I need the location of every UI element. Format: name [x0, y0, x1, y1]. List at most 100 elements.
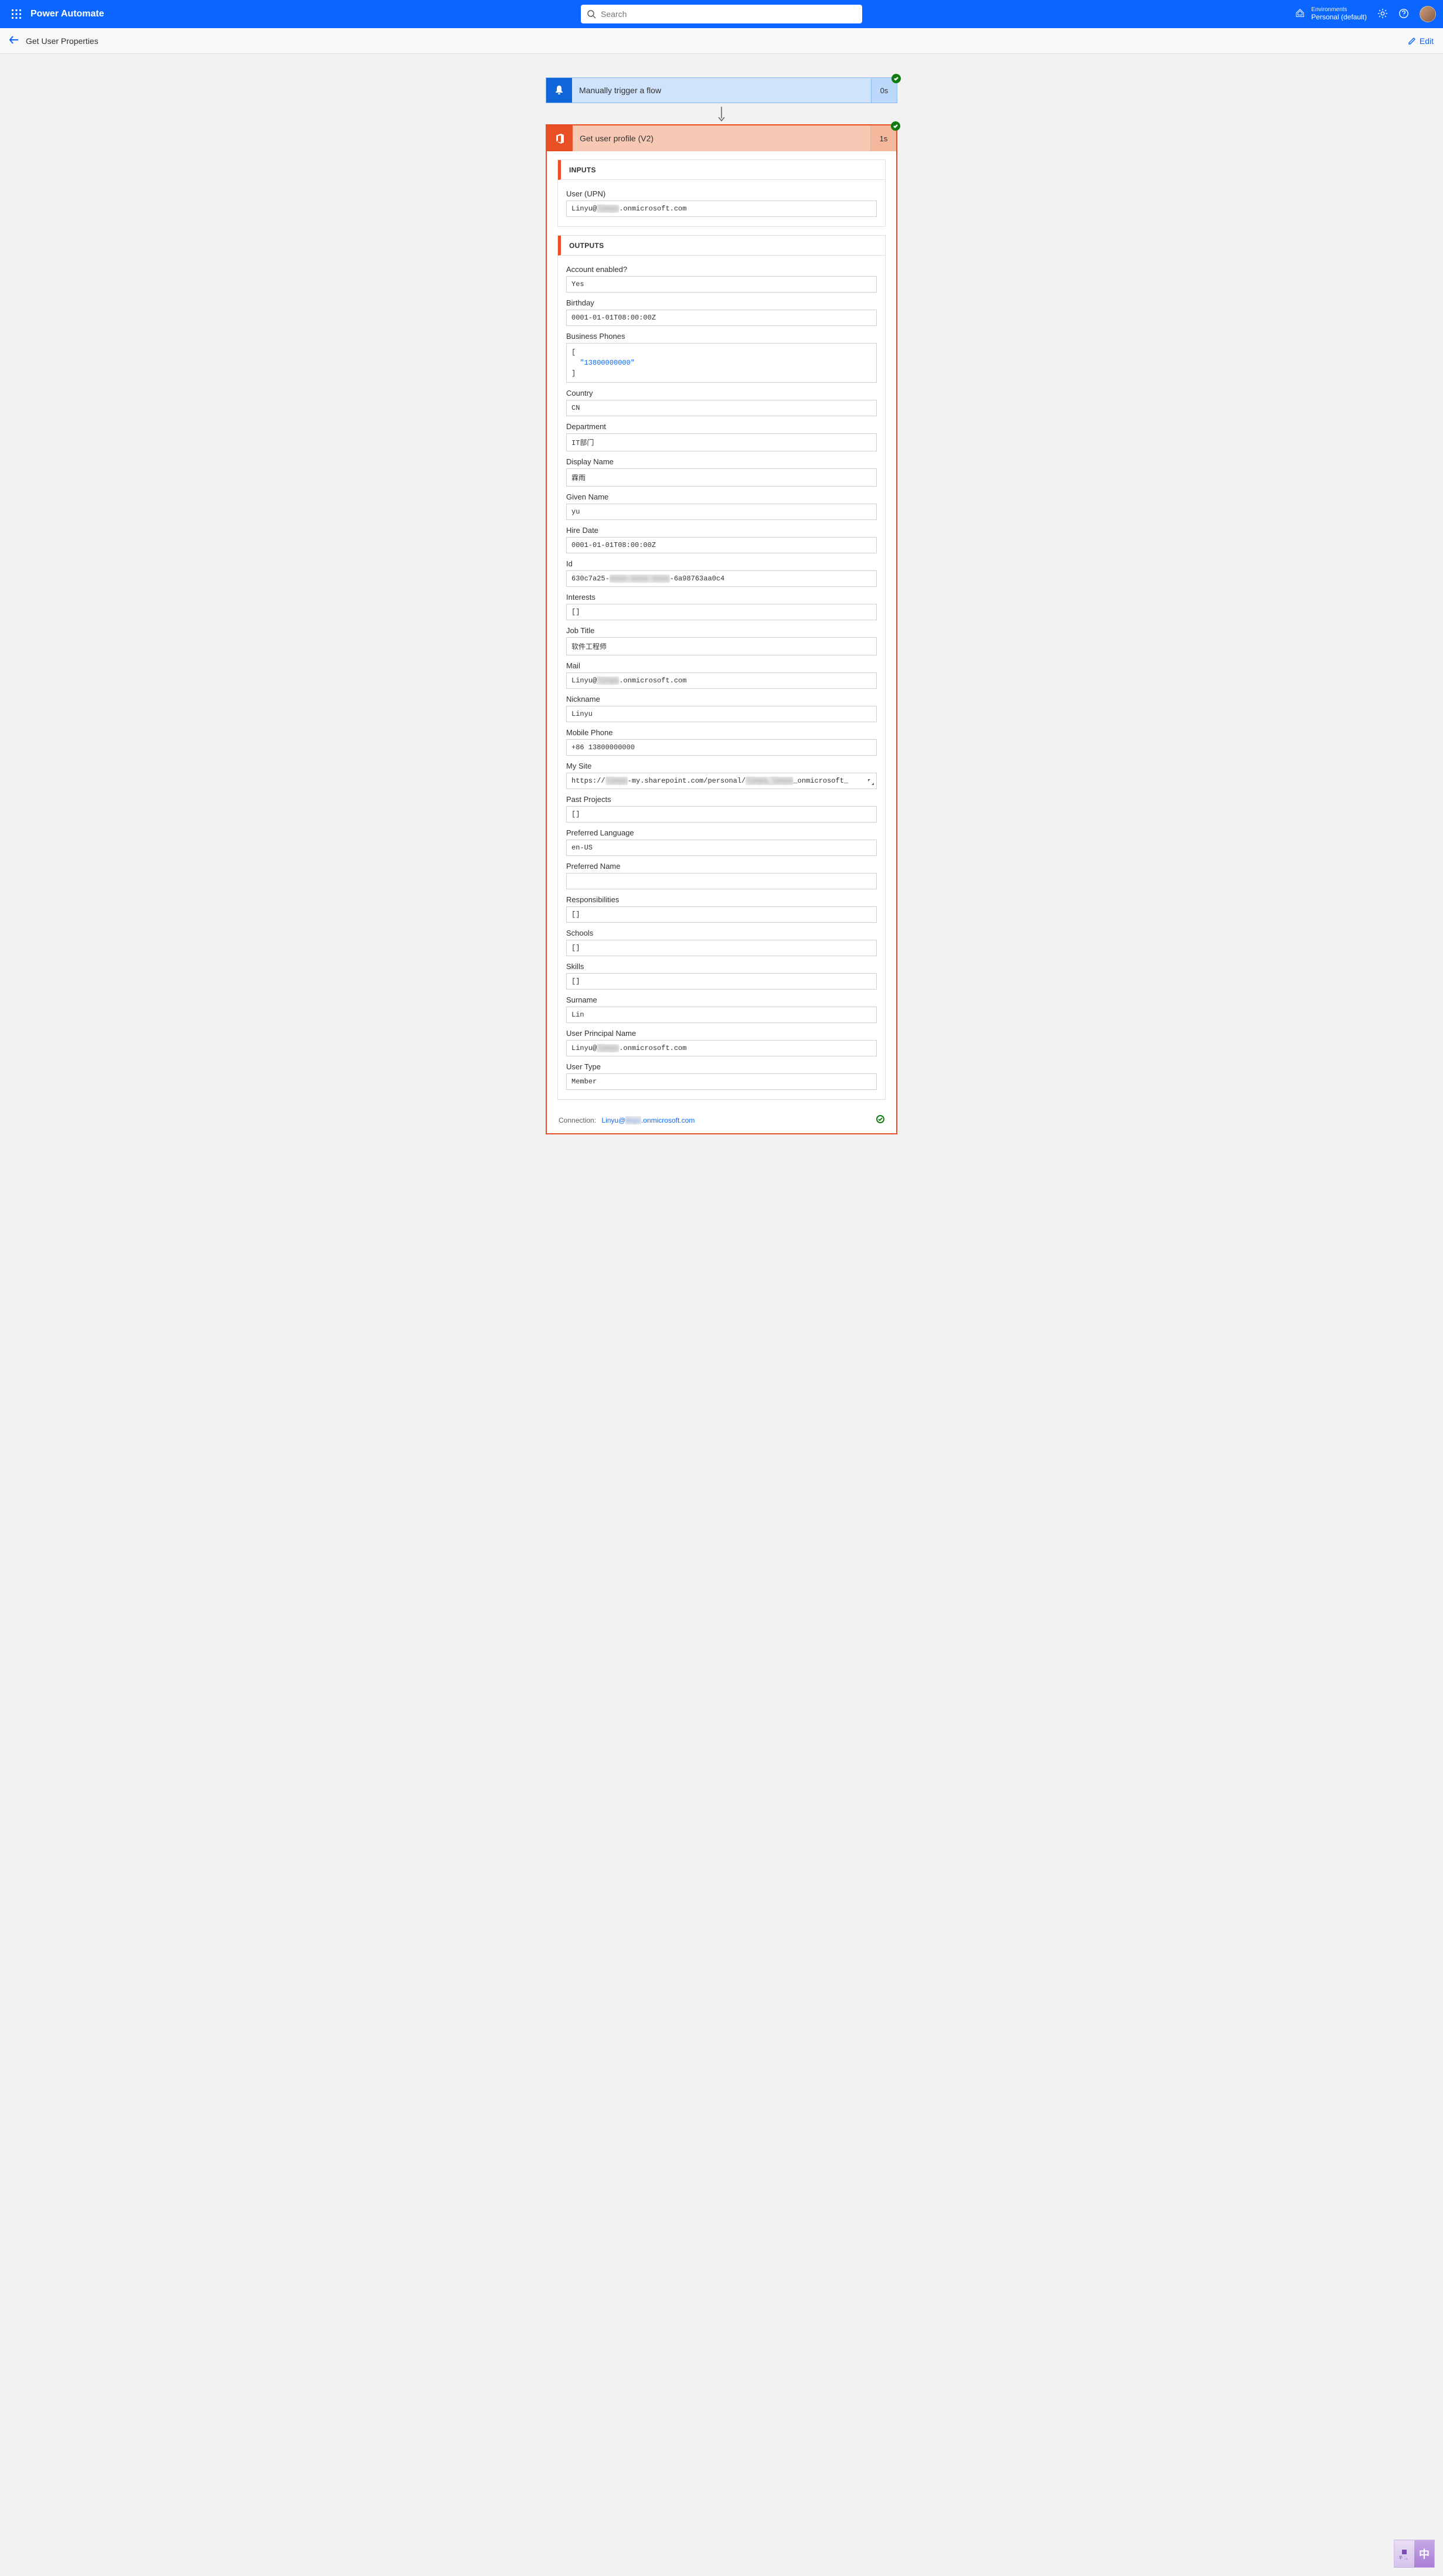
field-label: Skills: [566, 962, 877, 971]
page-title: Get User Properties: [26, 36, 98, 46]
field-display-name: Display Name 霖雨: [566, 457, 877, 487]
field-value[interactable]: []: [566, 806, 877, 823]
flow-arrow-icon: [546, 103, 897, 124]
field-value[interactable]: yu: [566, 504, 877, 520]
field-interests: Interests []: [566, 593, 877, 620]
field-value[interactable]: []: [566, 604, 877, 620]
field-label: Account enabled?: [566, 265, 877, 274]
search-container: [581, 5, 862, 23]
field-value[interactable]: 0001-01-01T08:00:00Z: [566, 310, 877, 326]
field-label: User Type: [566, 1062, 877, 1071]
field-value[interactable]: https://linyu-my.sharepoint.com/personal…: [566, 773, 877, 789]
office365-icon: [547, 125, 573, 151]
field-my-site: My Site https://linyu-my.sharepoint.com/…: [566, 762, 877, 789]
field-value[interactable]: +86 13800000000: [566, 739, 877, 756]
field-value[interactable]: [ "13800000000" ]: [566, 343, 877, 383]
app-launcher-icon[interactable]: [7, 5, 26, 23]
field-user-principal-name: User Principal Name Linyu@linyu.onmicros…: [566, 1029, 877, 1056]
field-preferred-language: Preferred Language en-US: [566, 828, 877, 856]
field-value[interactable]: [566, 873, 877, 889]
connection-label: Connection:: [559, 1116, 596, 1124]
field-birthday: Birthday 0001-01-01T08:00:00Z: [566, 298, 877, 326]
field-label: Interests: [566, 593, 877, 601]
field-given-name: Given Name yu: [566, 492, 877, 520]
field-job-title: Job Title 软件工程师: [566, 626, 877, 655]
search-input[interactable]: [581, 5, 862, 23]
field-value[interactable]: CN: [566, 400, 877, 416]
field-skills: Skills []: [566, 962, 877, 990]
success-badge-icon: [891, 74, 901, 83]
field-value[interactable]: Member: [566, 1073, 877, 1090]
trigger-card[interactable]: Manually trigger a flow 0s: [546, 77, 897, 103]
field-value[interactable]: 霖雨: [566, 468, 877, 487]
field-value[interactable]: []: [566, 973, 877, 990]
field-label: My Site: [566, 762, 877, 770]
top-bar: Power Automate Environments Personal (de…: [0, 0, 1443, 28]
field-user-type: User Type Member: [566, 1062, 877, 1090]
connection-status-icon: [876, 1115, 884, 1125]
field-account-enabled: Account enabled? Yes: [566, 265, 877, 293]
field-label: Display Name: [566, 457, 877, 466]
field-schools: Schools []: [566, 929, 877, 956]
field-value[interactable]: []: [566, 906, 877, 923]
field-value[interactable]: Linyu@linyu.onmicrosoft.com: [566, 672, 877, 689]
connection-footer: Connection: Linyu@linyu.onmicrosoft.com: [547, 1108, 896, 1133]
field-label: Schools: [566, 929, 877, 937]
search-icon: [587, 9, 596, 19]
environment-picker[interactable]: Environments Personal (default): [1295, 7, 1367, 21]
outputs-section: OUTPUTS Account enabled? Yes Birthday 00…: [557, 235, 886, 1100]
field-value[interactable]: Yes: [566, 276, 877, 293]
field-label: Nickname: [566, 695, 877, 704]
field-label: Mobile Phone: [566, 728, 877, 737]
user-avatar[interactable]: [1420, 6, 1436, 22]
back-arrow-icon[interactable]: [9, 36, 19, 46]
field-responsibilities: Responsibilities []: [566, 895, 877, 923]
field-value[interactable]: []: [566, 940, 877, 956]
expand-icon[interactable]: [868, 779, 874, 787]
field-label: Surname: [566, 995, 877, 1004]
field-id: Id 630c7a25-xxxx-xxxx-xxxx-6a98763aa0c4: [566, 559, 877, 587]
field-label: Hire Date: [566, 526, 877, 535]
ime-widget[interactable]: 半 ：。 中: [1394, 2540, 1435, 2568]
environment-label: Environments: [1311, 7, 1367, 13]
field-value[interactable]: Lin: [566, 1007, 877, 1023]
field-value[interactable]: 软件工程师: [566, 637, 877, 655]
edit-button[interactable]: Edit: [1408, 36, 1434, 46]
field-value[interactable]: Linyu: [566, 706, 877, 722]
environment-name: Personal (default): [1311, 13, 1367, 21]
help-icon[interactable]: [1398, 8, 1409, 21]
field-value[interactable]: en-US: [566, 840, 877, 856]
field-label: Preferred Language: [566, 828, 877, 837]
field-value[interactable]: Linyu@linyu.onmicrosoft.com: [566, 1040, 877, 1056]
trigger-title: Manually trigger a flow: [572, 78, 871, 103]
field-business-phones: Business Phones [ "13800000000" ]: [566, 332, 877, 383]
ime-mode-icon: 半 ：。: [1394, 2540, 1414, 2567]
sub-header: Get User Properties Edit: [0, 28, 1443, 54]
settings-icon[interactable]: [1377, 8, 1388, 21]
action-header[interactable]: Get user profile (V2) 1s: [547, 125, 896, 151]
field-label: Birthday: [566, 298, 877, 307]
field-surname: Surname Lin: [566, 995, 877, 1023]
field-label: Given Name: [566, 492, 877, 501]
inputs-header: INPUTS: [558, 160, 885, 180]
field-label: Business Phones: [566, 332, 877, 341]
field-value[interactable]: Linyu@linyu.onmicrosoft.com: [566, 200, 877, 217]
field-label: User Principal Name: [566, 1029, 877, 1038]
field-preferred-name: Preferred Name: [566, 862, 877, 889]
topbar-right: Environments Personal (default): [1295, 6, 1436, 22]
field-value[interactable]: 630c7a25-xxxx-xxxx-xxxx-6a98763aa0c4: [566, 570, 877, 587]
ime-language-icon: 中: [1414, 2540, 1434, 2567]
inputs-section: INPUTS User (UPN) Linyu@linyu.onmicrosof…: [557, 159, 886, 227]
action-card[interactable]: Get user profile (V2) 1s INPUTS User (UP…: [546, 124, 897, 1134]
field-value[interactable]: IT部门: [566, 433, 877, 451]
field-past-projects: Past Projects []: [566, 795, 877, 823]
connection-value[interactable]: Linyu@linyu.onmicrosoft.com: [601, 1116, 695, 1124]
action-title: Get user profile (V2): [573, 125, 870, 151]
field-label: Department: [566, 422, 877, 431]
field-label: Country: [566, 389, 877, 397]
field-country: Country CN: [566, 389, 877, 416]
field-label: Past Projects: [566, 795, 877, 804]
field-value[interactable]: 0001-01-01T08:00:00Z: [566, 537, 877, 553]
field-label: Preferred Name: [566, 862, 877, 871]
field-user-upn: User (UPN) Linyu@linyu.onmicrosoft.com: [566, 189, 877, 217]
